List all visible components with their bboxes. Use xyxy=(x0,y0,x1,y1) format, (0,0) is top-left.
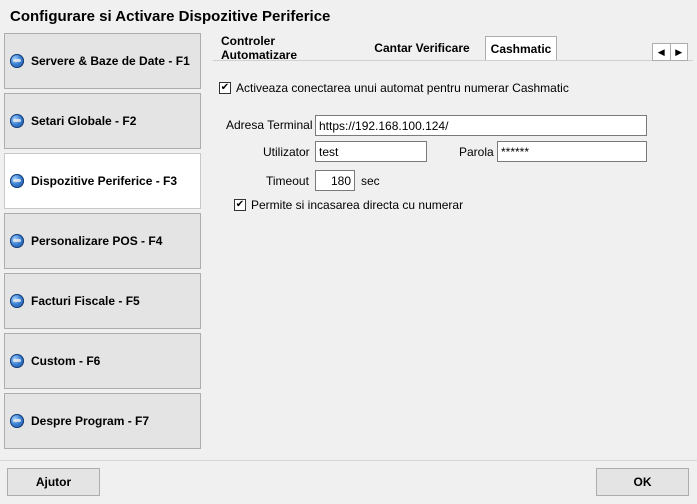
sidebar-item-label: Dispozitive Periferice - F3 xyxy=(31,174,178,188)
sidebar-item-label: Facturi Fiscale - F5 xyxy=(31,294,140,308)
globe-icon xyxy=(10,54,24,68)
direct-cash-checkbox[interactable]: ✔ xyxy=(234,199,246,211)
password-label: Parola xyxy=(459,145,494,159)
sidebar-item-dispozitive-periferice[interactable]: Dispozitive Periferice - F3 xyxy=(4,153,201,209)
timeout-unit: sec xyxy=(361,174,380,188)
tab-controler-automatizare[interactable]: Controler Automatizare xyxy=(215,34,359,62)
globe-icon xyxy=(10,174,24,188)
globe-icon xyxy=(10,114,24,128)
tab-cantar-verificare[interactable]: Cantar Verificare xyxy=(368,36,476,60)
window-title: Configurare si Activare Dispozitive Peri… xyxy=(10,8,331,25)
password-input[interactable] xyxy=(497,141,647,162)
sidebar-item-custom[interactable]: Custom - F6 xyxy=(4,333,201,389)
tab-label: Controler Automatizare xyxy=(221,34,298,62)
sidebar-item-servere[interactable]: Servere & Baze de Date - F1 xyxy=(4,33,201,89)
sidebar-item-label: Servere & Baze de Date - F1 xyxy=(31,54,190,68)
sidebar-item-despre-program[interactable]: Despre Program - F7 xyxy=(4,393,201,449)
check-icon: ✔ xyxy=(235,199,245,210)
user-label: Utilizator xyxy=(263,145,310,159)
globe-icon xyxy=(10,294,24,308)
enable-cashmatic-checkbox[interactable]: ✔ xyxy=(219,82,231,94)
globe-icon xyxy=(10,414,24,428)
globe-icon xyxy=(10,354,24,368)
tab-strip-divider xyxy=(213,60,693,61)
footer-divider xyxy=(0,460,697,461)
tab-cashmatic[interactable]: Cashmatic xyxy=(485,36,557,60)
ok-button[interactable]: OK xyxy=(596,468,689,496)
tab-label: Cantar Verificare xyxy=(374,41,470,55)
timeout-label: Timeout xyxy=(266,174,309,188)
sidebar-item-label: Personalizare POS - F4 xyxy=(31,234,163,248)
sidebar-item-label: Custom - F6 xyxy=(31,354,101,368)
tab-label: Cashmatic xyxy=(490,41,552,56)
enable-cashmatic-label: Activeaza conectarea unui automat pentru… xyxy=(236,81,569,95)
sidebar-item-label: Setari Globale - F2 xyxy=(31,114,137,128)
address-input[interactable] xyxy=(315,115,647,136)
tab-scroll-arrows: ◀ ▶ xyxy=(652,43,688,61)
sidebar-item-personalizare-pos[interactable]: Personalizare POS - F4 xyxy=(4,213,201,269)
chevron-right-icon[interactable]: ▶ xyxy=(671,44,688,60)
user-input[interactable] xyxy=(315,141,427,162)
sidebar-item-label: Despre Program - F7 xyxy=(31,414,150,428)
address-label: Adresa Terminal xyxy=(226,118,313,132)
check-icon: ✔ xyxy=(220,82,230,93)
sidebar-item-facturi-fiscale[interactable]: Facturi Fiscale - F5 xyxy=(4,273,201,329)
help-button[interactable]: Ajutor xyxy=(7,468,100,496)
chevron-left-icon[interactable]: ◀ xyxy=(653,44,671,60)
direct-cash-label: Permite si incasarea directa cu numerar xyxy=(251,198,464,212)
timeout-input[interactable] xyxy=(315,170,355,191)
globe-icon xyxy=(10,234,24,248)
sidebar-item-setari-globale[interactable]: Setari Globale - F2 xyxy=(4,93,201,149)
